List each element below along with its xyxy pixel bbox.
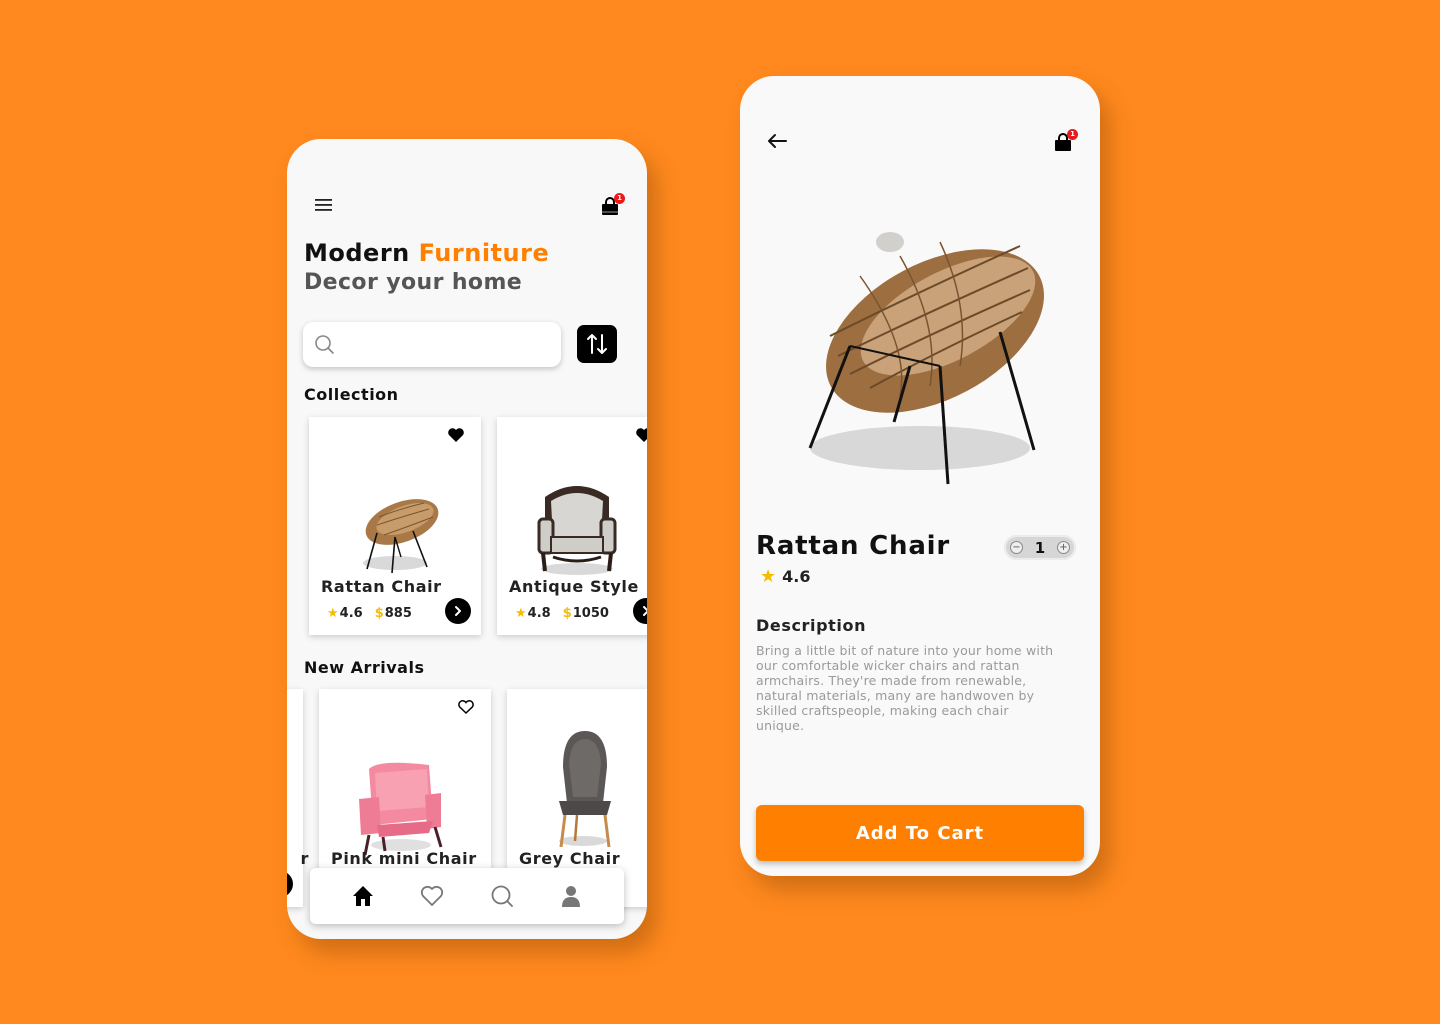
search-input[interactable] — [303, 322, 561, 367]
cart-button[interactable]: 1 — [1053, 129, 1078, 155]
page-subtitle: Decor your home — [304, 270, 523, 295]
home-screen: 1 Modern Furniture Decor your home Colle… — [287, 139, 647, 939]
grey-chair-image — [559, 731, 611, 847]
back-arrow-icon[interactable] — [766, 132, 788, 150]
product-name: Grey Chair — [519, 849, 621, 868]
heart-icon[interactable] — [419, 883, 445, 909]
quantity-value: 1 — [1034, 538, 1046, 557]
open-product-button[interactable] — [633, 598, 647, 624]
product-rating: 4.6 — [339, 606, 363, 621]
product-price: 1050 — [572, 606, 609, 621]
cart-badge: 1 — [614, 193, 625, 204]
product-name-tail: r — [300, 849, 309, 868]
product-rating: 4.8 — [527, 606, 551, 621]
product-name: Antique Style — [509, 577, 639, 596]
description-text: Bring a little bit of nature into your h… — [756, 643, 1054, 733]
star-icon: ★ — [760, 566, 777, 587]
menu-icon[interactable] — [315, 197, 333, 213]
star-icon: ★ — [515, 606, 527, 621]
sort-arrows-icon — [587, 334, 607, 354]
heart-filled-icon[interactable] — [635, 427, 647, 443]
page-title: Modern Furniture — [304, 239, 549, 267]
product-card[interactable]: r — [287, 689, 308, 907]
sort-button[interactable] — [577, 325, 617, 363]
description-heading: Description — [756, 616, 867, 635]
product-card[interactable]: Rattan Chair ★ 4.6 $ 885 — [309, 417, 481, 635]
product-meta: ★ 4.8 $ 1050 — [515, 606, 609, 621]
product-meta: ★ 4.6 $ 885 — [327, 606, 412, 621]
open-product-button[interactable] — [445, 598, 471, 624]
product-image — [808, 232, 1044, 485]
product-rating: ★ 4.6 — [760, 566, 810, 587]
add-to-cart-button[interactable]: Add To Cart — [756, 805, 1084, 861]
decrement-button[interactable]: − — [1010, 541, 1023, 554]
chevron-right-icon — [643, 606, 647, 616]
open-product-button[interactable] — [287, 871, 293, 897]
increment-button[interactable]: + — [1057, 541, 1070, 554]
cart-badge: 1 — [1067, 129, 1078, 140]
cart-button[interactable]: 1 — [600, 193, 625, 219]
bottom-nav — [310, 868, 624, 924]
chevron-right-icon — [455, 606, 461, 616]
product-name: Rattan Chair — [321, 577, 442, 596]
product-name: Pink mini Chair — [331, 849, 477, 868]
product-card[interactable]: Antique Style ★ 4.8 $ 1050 — [497, 417, 647, 635]
pink-chair-image — [359, 762, 443, 856]
star-icon: ★ — [327, 606, 339, 621]
search-icon[interactable] — [489, 883, 515, 909]
heart-outline-icon[interactable] — [457, 699, 475, 715]
new-arrivals-heading: New Arrivals — [304, 658, 425, 677]
antique-armchair-image — [537, 486, 617, 575]
heart-filled-icon[interactable] — [447, 427, 465, 443]
dollar-icon: $ — [374, 606, 384, 621]
search-icon — [315, 335, 334, 354]
title-part2: Furniture — [418, 239, 550, 267]
title-part1: Modern — [304, 239, 410, 267]
user-icon[interactable] — [558, 883, 584, 909]
home-icon[interactable] — [350, 883, 376, 909]
rattan-chair-image — [363, 499, 439, 574]
rating-value: 4.6 — [782, 567, 811, 586]
product-title: Rattan Chair — [756, 531, 950, 561]
product-price: 885 — [384, 606, 412, 621]
search-field[interactable] — [343, 330, 548, 358]
dollar-icon: $ — [562, 606, 572, 621]
collection-heading: Collection — [304, 385, 399, 404]
product-detail-screen: 1 Rattan Chair ★ 4.6 − 1 + Description B… — [740, 76, 1100, 876]
quantity-stepper: − 1 + — [1004, 535, 1076, 560]
